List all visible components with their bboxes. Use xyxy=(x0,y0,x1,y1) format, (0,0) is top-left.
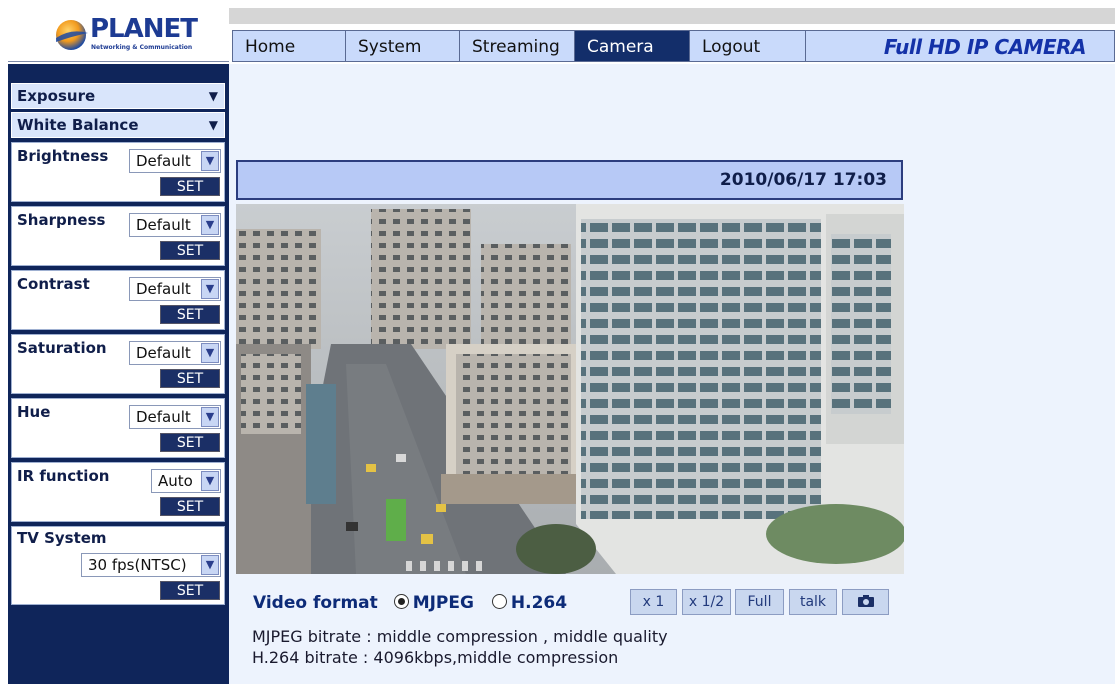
fullscreen-button[interactable]: Full xyxy=(735,589,784,615)
talk-button[interactable]: talk xyxy=(789,589,837,615)
ir-function-value: Auto xyxy=(158,472,193,490)
saturation-set-button[interactable]: SET xyxy=(160,369,220,388)
chevron-down-icon: ▼ xyxy=(201,407,219,427)
chevron-down-icon: ▼ xyxy=(201,343,219,363)
mjpeg-label: MJPEG xyxy=(412,593,474,613)
ir-function-label: IR function xyxy=(17,467,110,485)
top-nav: Home System Streaming Camera Logout Full… xyxy=(232,26,1115,64)
snapshot-button[interactable] xyxy=(842,589,889,615)
zoom-half-button[interactable]: x 1/2 xyxy=(682,589,731,615)
tv-system-select[interactable]: 30 fps(NTSC) ▼ xyxy=(81,553,221,577)
chevron-down-icon: ▼ xyxy=(201,555,219,575)
exposure-dropdown[interactable]: Exposure ▼ xyxy=(11,83,225,109)
contrast-label: Contrast xyxy=(17,275,90,293)
tv-system-set-button[interactable]: SET xyxy=(160,581,220,600)
saturation-label: Saturation xyxy=(17,339,107,357)
h264-label: H.264 xyxy=(510,593,568,613)
white-balance-dropdown[interactable]: White Balance ▼ xyxy=(11,112,225,138)
logo-subtext: Networking & Communication xyxy=(91,44,193,51)
triangle-down-icon: ▼ xyxy=(208,118,218,132)
video-stream[interactable] xyxy=(236,204,904,574)
ir-function-select[interactable]: Auto ▼ xyxy=(151,469,221,493)
brightness-panel: Brightness Default ▼ SET xyxy=(11,142,225,202)
saturation-panel: Saturation Default ▼ SET xyxy=(11,334,225,394)
ir-function-set-button[interactable]: SET xyxy=(160,497,220,516)
chevron-down-icon: ▼ xyxy=(201,215,219,235)
video-format-label: Video format xyxy=(253,593,378,613)
logo-text: PLANET xyxy=(90,14,198,44)
brightness-value: Default xyxy=(136,152,191,170)
tv-system-label: TV System xyxy=(17,529,107,547)
brightness-set-button[interactable]: SET xyxy=(160,177,220,196)
chevron-down-icon: ▼ xyxy=(201,279,219,299)
chevron-down-icon: ▼ xyxy=(201,151,219,171)
sharpness-select[interactable]: Default ▼ xyxy=(129,213,221,237)
tv-system-value: 30 fps(NTSC) xyxy=(88,556,187,574)
tab-home[interactable]: Home xyxy=(232,30,346,62)
brand-title: Full HD IP CAMERA xyxy=(805,30,1115,62)
sharpness-set-button[interactable]: SET xyxy=(160,241,220,260)
camera-feed-image xyxy=(236,204,904,574)
ir-function-panel: IR function Auto ▼ SET xyxy=(11,462,225,522)
sidebar: Exposure ▼ White Balance ▼ Brightness De… xyxy=(8,64,229,684)
brightness-select[interactable]: Default ▼ xyxy=(129,149,221,173)
h264-radio[interactable] xyxy=(491,594,507,609)
mjpeg-bitrate-text: MJPEG bitrate : middle compression , mid… xyxy=(252,627,668,646)
hue-select[interactable]: Default ▼ xyxy=(129,405,221,429)
contrast-set-button[interactable]: SET xyxy=(160,305,220,324)
brightness-label: Brightness xyxy=(17,147,109,165)
hue-panel: Hue Default ▼ SET xyxy=(11,398,225,458)
sharpness-value: Default xyxy=(136,216,191,234)
mjpeg-radio[interactable] xyxy=(393,594,409,609)
header-band xyxy=(229,8,1115,24)
contrast-panel: Contrast Default ▼ SET xyxy=(11,270,225,330)
contrast-select[interactable]: Default ▼ xyxy=(129,277,221,301)
camera-icon xyxy=(857,595,874,607)
exposure-label: Exposure xyxy=(17,87,96,105)
h264-bitrate-text: H.264 bitrate : 4096kbps,middle compress… xyxy=(252,648,619,667)
hue-value: Default xyxy=(136,408,191,426)
timestamp-bar: 2010/06/17 17:03 xyxy=(236,160,903,200)
top-strip xyxy=(0,0,1115,8)
contrast-value: Default xyxy=(136,280,191,298)
hue-label: Hue xyxy=(17,403,51,421)
tab-system[interactable]: System xyxy=(345,30,460,62)
tv-system-panel: TV System 30 fps(NTSC) ▼ SET xyxy=(11,526,225,605)
white-balance-label: White Balance xyxy=(17,116,139,134)
zoom-x1-button[interactable]: x 1 xyxy=(630,589,677,615)
tab-logout[interactable]: Logout xyxy=(689,30,806,62)
tab-camera[interactable]: Camera xyxy=(574,30,690,62)
saturation-select[interactable]: Default ▼ xyxy=(129,341,221,365)
sharpness-panel: Sharpness Default ▼ SET xyxy=(11,206,225,266)
video-format-row: Video format MJPEG H.264 xyxy=(253,593,567,613)
triangle-down-icon: ▼ xyxy=(208,89,218,103)
logo-area: PLANET Networking & Communication xyxy=(8,8,229,62)
saturation-value: Default xyxy=(136,344,191,362)
hue-set-button[interactable]: SET xyxy=(160,433,220,452)
chevron-down-icon: ▼ xyxy=(201,471,219,491)
sharpness-label: Sharpness xyxy=(17,211,106,229)
tab-streaming[interactable]: Streaming xyxy=(459,30,575,62)
